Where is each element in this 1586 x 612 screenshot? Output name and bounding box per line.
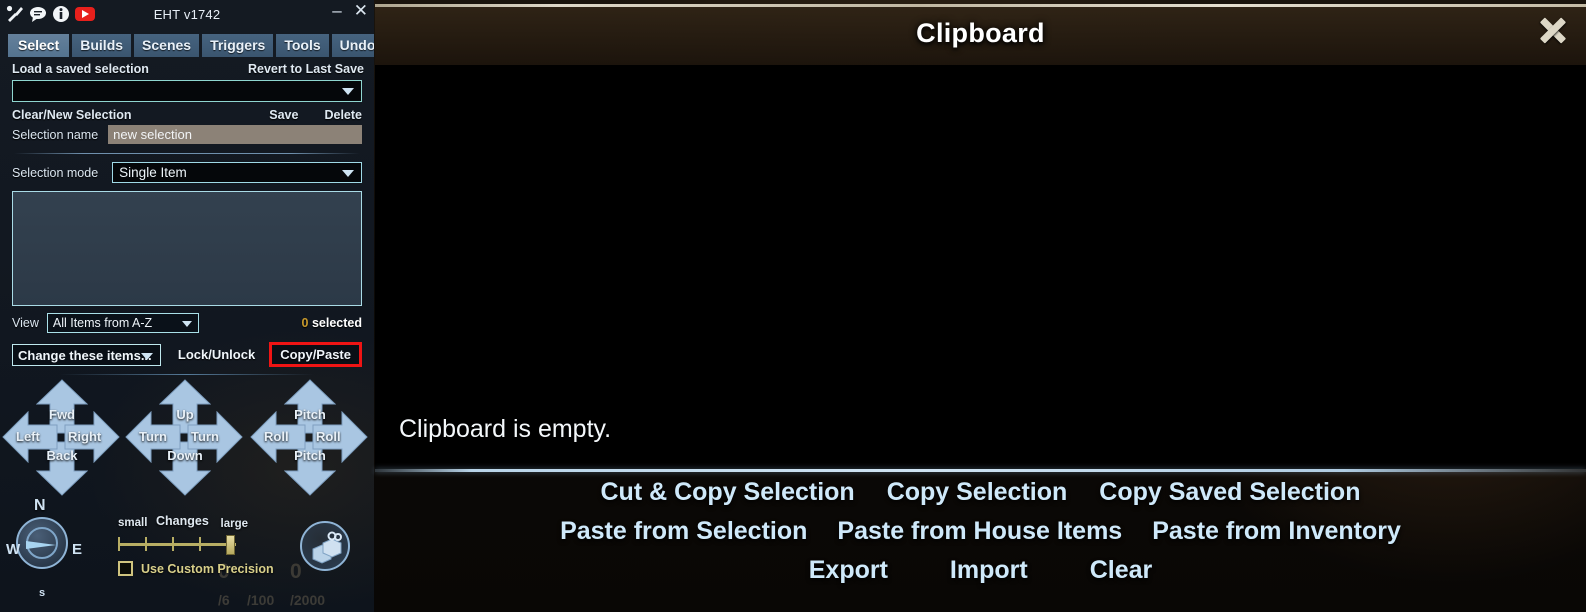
eht-titlebar: EHT v1742 – ✕ — [0, 0, 374, 30]
window-title: EHT v1742 — [153, 7, 221, 22]
chevron-down-icon — [140, 352, 153, 360]
close-button[interactable]: ✕ — [354, 2, 368, 19]
slider-tick — [199, 537, 201, 551]
slider-handle[interactable] — [226, 535, 235, 555]
load-saved-selection-label: Load a saved selection — [12, 62, 149, 76]
move-right-label: Right — [68, 429, 102, 444]
clipboard-actions: Cut & Copy Selection Copy Selection Copy… — [375, 478, 1586, 585]
clipboard-dialog: Clipboard Clipboard is empty. Cut & Copy… — [375, 0, 1586, 612]
movement-pads: Fwd Back Left Right Up Down Turn Turn Pi… — [0, 379, 374, 499]
selected-count-suffix: selected — [308, 316, 362, 330]
import-button[interactable]: Import — [950, 556, 1028, 585]
bottom-controls: EHT N s W E small Changes large — [0, 497, 374, 611]
roll-right-button[interactable]: Roll — [312, 411, 368, 463]
revert-to-last-save-button[interactable]: Revert to Last Save — [248, 62, 364, 76]
window-controls: – ✕ — [332, 2, 368, 19]
copy-paste-button[interactable]: Copy/Paste — [269, 342, 362, 367]
clear-button[interactable]: Clear — [1090, 556, 1153, 585]
use-custom-precision-checkbox[interactable] — [118, 561, 133, 576]
section-divider — [14, 153, 360, 154]
turn-left-label: Turn — [139, 429, 167, 444]
selected-count: 0 selected — [302, 316, 362, 330]
clear-new-selection-button[interactable]: Clear/New Selection — [12, 108, 132, 122]
change-items-dropdown[interactable]: Change these items... — [12, 343, 161, 366]
compass-south-label: s — [39, 587, 46, 599]
move-left-label: Left — [16, 429, 40, 444]
selection-name-label: Selection name — [12, 127, 99, 142]
slider-tick — [118, 537, 120, 551]
compass-needle — [26, 541, 62, 549]
tab-scenes[interactable]: Scenes — [134, 34, 200, 57]
eht-addon-window: EHT v1742 – ✕ Select Builds Scenes Trigg… — [0, 0, 374, 612]
use-custom-precision-label: Use Custom Precision — [141, 561, 274, 576]
slider-tick — [145, 537, 147, 551]
selection-mode-label: Selection mode — [12, 165, 99, 180]
compass-widget[interactable] — [16, 517, 68, 569]
custom-precision-row[interactable]: Use Custom Precision — [118, 561, 274, 576]
selection-mode-value: Single Item — [119, 165, 187, 180]
copy-saved-selection-button[interactable]: Copy Saved Selection — [1099, 478, 1360, 507]
selection-mode-dropdown[interactable]: Single Item — [112, 162, 362, 183]
lock-unlock-button[interactable]: Lock/Unlock — [178, 347, 255, 362]
view-dropdown[interactable]: All Items from A-Z — [46, 313, 199, 333]
changes-slider[interactable]: small Changes large — [118, 514, 249, 555]
slider-tick — [172, 537, 174, 551]
paste-from-inventory-button[interactable]: Paste from Inventory — [1152, 517, 1401, 546]
delete-button[interactable]: Delete — [324, 108, 362, 122]
view-label: View — [12, 316, 39, 330]
save-button[interactable]: Save — [269, 108, 298, 122]
slider-title-label: Changes — [156, 514, 209, 528]
rotation-pad: Pitch Pitch Roll Roll — [250, 379, 370, 497]
slider-large-label: large — [220, 518, 249, 530]
paste-from-selection-button[interactable]: Paste from Selection — [560, 517, 807, 546]
clipboard-empty-message: Clipboard is empty. — [399, 415, 612, 443]
minimize-button[interactable]: – — [332, 2, 341, 19]
slider-bar — [118, 543, 236, 546]
item-list-box[interactable] — [12, 191, 362, 306]
slider-track[interactable] — [118, 535, 248, 555]
cut-and-copy-selection-button[interactable]: Cut & Copy Selection — [601, 478, 855, 507]
move-right-button[interactable]: Right — [64, 411, 120, 463]
clipboard-content-area — [375, 65, 1586, 469]
clipboard-actions-row-1: Cut & Copy Selection Copy Selection Copy… — [375, 478, 1586, 507]
chevron-down-icon — [181, 321, 192, 327]
view-value: All Items from A-Z — [52, 316, 153, 330]
screen-root: EHT v1742 – ✕ Select Builds Scenes Trigg… — [0, 0, 1586, 612]
tab-select[interactable]: Select — [8, 34, 70, 57]
compass-east-label: E — [72, 541, 83, 558]
compass-north-label: N — [34, 497, 46, 514]
vertical-turn-pad: Up Down Turn Turn — [125, 379, 245, 497]
turn-left-button[interactable]: Turn — [125, 411, 181, 463]
divider-2 — [60, 374, 314, 375]
selection-name-input[interactable] — [108, 125, 362, 144]
clipboard-separator — [375, 469, 1586, 472]
tab-undo[interactable]: Undo — [331, 34, 374, 57]
clipboard-actions-row-2: Paste from Selection Paste from House It… — [375, 517, 1586, 546]
roll-right-label: Roll — [316, 429, 341, 444]
saved-selection-dropdown[interactable] — [12, 80, 362, 102]
clipboard-actions-row-3: Export Import Clear — [375, 556, 1586, 585]
change-items-value: Change these items... — [18, 347, 152, 363]
copy-selection-button[interactable]: Copy Selection — [887, 478, 1068, 507]
tab-triggers[interactable]: Triggers — [202, 34, 274, 57]
position-pad: Fwd Back Left Right — [2, 379, 122, 497]
compass-west-label: W — [6, 541, 21, 558]
turn-right-label: Turn — [191, 429, 219, 444]
tab-bar: Select Builds Scenes Triggers Tools Undo — [0, 34, 374, 57]
tab-tools[interactable]: Tools — [276, 34, 329, 57]
chevron-down-icon — [342, 170, 354, 177]
chevron-down-icon — [342, 88, 354, 95]
clipboard-title: Clipboard — [916, 18, 1045, 48]
export-button[interactable]: Export — [809, 556, 888, 585]
close-icon[interactable] — [1534, 12, 1570, 48]
tab-builds[interactable]: Builds — [72, 34, 132, 57]
move-left-button[interactable]: Left — [2, 411, 58, 463]
roll-left-button[interactable]: Roll — [250, 411, 306, 463]
paste-from-house-items-button[interactable]: Paste from House Items — [837, 517, 1122, 546]
crates-button[interactable] — [300, 521, 350, 571]
roll-left-label: Roll — [264, 429, 289, 444]
turn-right-button[interactable]: Turn — [187, 411, 243, 463]
slider-small-label: small — [118, 517, 148, 529]
